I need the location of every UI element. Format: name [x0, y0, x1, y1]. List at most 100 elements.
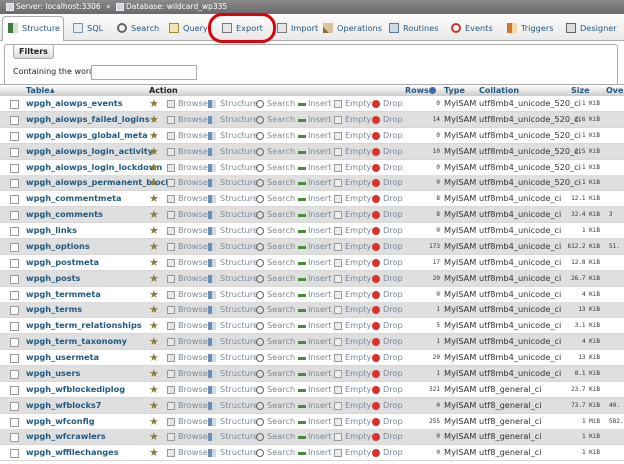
table-name-link[interactable]: wpgh_aiowps_global_meta [26, 128, 148, 143]
row-checkbox[interactable] [10, 433, 19, 443]
structure-action[interactable]: Structure [220, 287, 258, 302]
structure-action[interactable]: Structure [220, 334, 258, 349]
drop-action[interactable]: Drop [383, 382, 403, 397]
search-action[interactable]: Search [267, 255, 295, 270]
browse-action[interactable]: Browse [178, 366, 208, 381]
empty-action[interactable]: Empty [345, 429, 371, 444]
favorite-star-icon[interactable]: ★ [149, 336, 160, 347]
tab-import[interactable]: Import [272, 17, 318, 39]
browse-action[interactable]: Browse [178, 239, 208, 254]
favorite-star-icon[interactable]: ★ [149, 416, 160, 427]
drop-action[interactable]: Drop [383, 318, 403, 333]
table-size[interactable]: 1 KiB [560, 128, 600, 143]
insert-action[interactable]: Insert [308, 350, 331, 365]
table-size[interactable]: 612.2 KiB [560, 239, 600, 254]
empty-action[interactable]: Empty [345, 366, 371, 381]
table-size[interactable]: 73.7 KiB [560, 398, 600, 413]
search-action[interactable]: Search [267, 398, 295, 413]
header-type[interactable]: Type [444, 85, 465, 96]
empty-action[interactable]: Empty [345, 302, 371, 317]
insert-action[interactable]: Insert [308, 398, 331, 413]
favorite-star-icon[interactable]: ★ [149, 130, 160, 141]
structure-action[interactable]: Structure [220, 382, 258, 397]
table-name-link[interactable]: wpgh_terms [26, 302, 82, 317]
structure-action[interactable]: Structure [220, 271, 258, 286]
row-checkbox[interactable] [10, 211, 19, 221]
favorite-star-icon[interactable]: ★ [149, 384, 160, 395]
structure-action[interactable]: Structure [220, 445, 258, 460]
structure-action[interactable]: Structure [220, 429, 258, 444]
drop-action[interactable]: Drop [383, 175, 403, 190]
empty-action[interactable]: Empty [345, 191, 371, 206]
breadcrumb-server[interactable]: Server: localhost:3306 [16, 0, 101, 14]
browse-action[interactable]: Browse [178, 318, 208, 333]
table-size[interactable]: 2.6 KiB [560, 112, 600, 127]
tab-query[interactable]: Query [164, 17, 208, 39]
favorite-star-icon[interactable]: ★ [149, 114, 160, 125]
row-checkbox[interactable] [10, 258, 19, 268]
filter-input[interactable] [91, 65, 197, 80]
favorite-star-icon[interactable]: ★ [149, 320, 160, 331]
table-name-link[interactable]: wpgh_comments [26, 207, 103, 222]
browse-action[interactable]: Browse [178, 382, 208, 397]
structure-action[interactable]: Structure [220, 414, 258, 429]
structure-action[interactable]: Structure [220, 207, 258, 222]
table-size[interactable]: 26.7 KiB [560, 271, 600, 286]
structure-action[interactable]: Structure [220, 350, 258, 365]
table-name-link[interactable]: wpgh_aiowps_login_activity [26, 144, 153, 159]
table-size[interactable]: 1 KiB [560, 445, 600, 460]
insert-action[interactable]: Insert [308, 318, 331, 333]
insert-action[interactable]: Insert [308, 287, 331, 302]
empty-action[interactable]: Empty [345, 398, 371, 413]
drop-action[interactable]: Drop [383, 255, 403, 270]
table-name-link[interactable]: wpgh_aiowps_login_lockdown [26, 160, 162, 175]
insert-action[interactable]: Insert [308, 207, 331, 222]
structure-action[interactable]: Structure [220, 239, 258, 254]
structure-action[interactable]: Structure [220, 128, 258, 143]
row-checkbox[interactable] [10, 401, 19, 411]
search-action[interactable]: Search [267, 382, 295, 397]
empty-action[interactable]: Empty [345, 334, 371, 349]
table-size[interactable]: 1 KiB [560, 223, 600, 238]
insert-action[interactable]: Insert [308, 334, 331, 349]
insert-action[interactable]: Insert [308, 429, 331, 444]
row-checkbox[interactable] [10, 115, 19, 125]
breadcrumb-database[interactable]: Database: wildcard_wp335 [126, 0, 227, 14]
help-icon[interactable] [429, 87, 436, 94]
favorite-star-icon[interactable]: ★ [149, 257, 160, 268]
table-name-link[interactable]: wpgh_aiowps_events [26, 96, 123, 111]
row-checkbox[interactable] [10, 195, 19, 205]
drop-action[interactable]: Drop [383, 429, 403, 444]
search-action[interactable]: Search [267, 350, 295, 365]
drop-action[interactable]: Drop [383, 302, 403, 317]
row-checkbox[interactable] [10, 322, 19, 332]
favorite-star-icon[interactable]: ★ [149, 225, 160, 236]
search-action[interactable]: Search [267, 144, 295, 159]
table-size[interactable]: 13 KiB [560, 350, 600, 365]
table-size[interactable]: 13 KiB [560, 302, 600, 317]
search-action[interactable]: Search [267, 429, 295, 444]
drop-action[interactable]: Drop [383, 160, 403, 175]
table-size[interactable]: 12.8 KiB [560, 255, 600, 270]
table-size[interactable]: 3.1 KiB [560, 318, 600, 333]
browse-action[interactable]: Browse [178, 414, 208, 429]
drop-action[interactable]: Drop [383, 223, 403, 238]
browse-action[interactable]: Browse [178, 334, 208, 349]
search-action[interactable]: Search [267, 128, 295, 143]
browse-action[interactable]: Browse [178, 398, 208, 413]
empty-action[interactable]: Empty [345, 414, 371, 429]
row-checkbox[interactable] [10, 131, 19, 141]
insert-action[interactable]: Insert [308, 302, 331, 317]
drop-action[interactable]: Drop [383, 398, 403, 413]
drop-action[interactable]: Drop [383, 271, 403, 286]
header-table[interactable]: Table [26, 85, 50, 96]
favorite-star-icon[interactable]: ★ [149, 193, 160, 204]
empty-action[interactable]: Empty [345, 128, 371, 143]
structure-action[interactable]: Structure [220, 255, 258, 270]
row-checkbox[interactable] [10, 227, 19, 237]
insert-action[interactable]: Insert [308, 255, 331, 270]
structure-action[interactable]: Structure [220, 223, 258, 238]
empty-action[interactable]: Empty [345, 175, 371, 190]
favorite-star-icon[interactable]: ★ [149, 241, 160, 252]
search-action[interactable]: Search [267, 96, 295, 111]
